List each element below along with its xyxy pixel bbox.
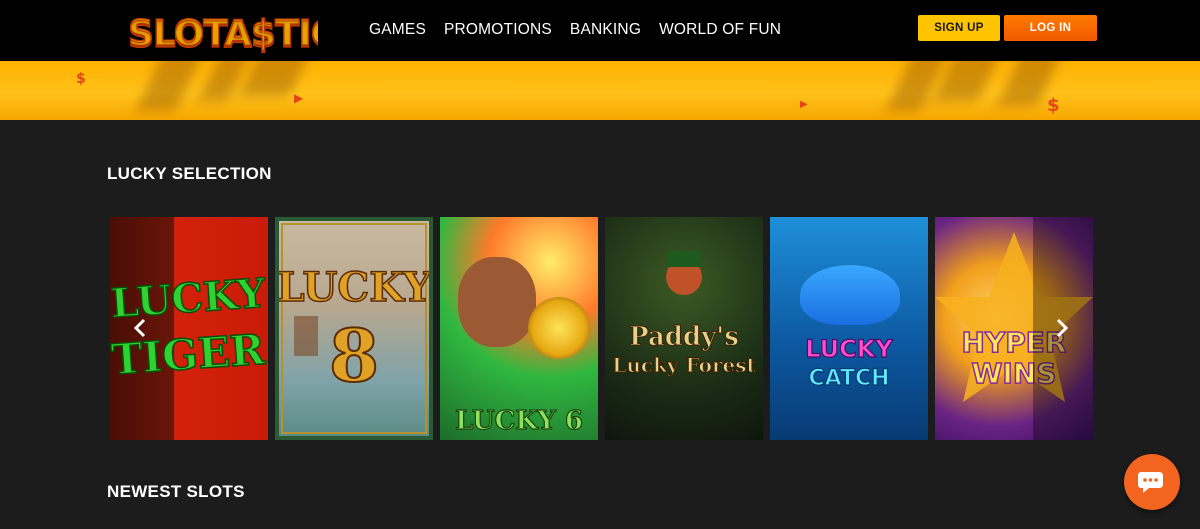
dollar-decoration-icon: $ <box>1047 95 1060 116</box>
triangle-decoration-icon: ▶ <box>294 91 304 105</box>
game-tile-lucky-8[interactable]: LUCKY 8 <box>275 217 433 440</box>
svg-text:SLOTA$TIC: SLOTA$TIC <box>128 13 318 53</box>
lucky-6-title: LUCKY 6 <box>454 405 583 436</box>
triangle-decoration-icon: ▶ <box>800 99 808 110</box>
nav-world-of-fun[interactable]: WORLD OF FUN <box>659 20 781 40</box>
nav-banking[interactable]: BANKING <box>570 20 641 40</box>
banner-shadow <box>136 61 204 111</box>
newest-slots-heading: NEWEST SLOTS <box>107 482 245 501</box>
svg-text:LUCKY: LUCKY <box>805 335 893 363</box>
svg-text:Paddy's: Paddy's <box>629 322 739 352</box>
promo-banner[interactable]: $ ▶ $ ▶ <box>0 61 1200 120</box>
top-navigation-bar: SLOTA$TIC GAMES PROMOTIONS BANKING WORLD… <box>0 0 1200 61</box>
main-nav: GAMES PROMOTIONS BANKING WORLD OF FUN <box>369 20 781 40</box>
game-tile-lucky-6[interactable]: LUCKY 6 <box>440 217 598 440</box>
svg-text:CATCH: CATCH <box>808 366 889 391</box>
chat-button[interactable] <box>1124 454 1180 510</box>
sign-up-button[interactable]: SIGN UP <box>918 15 1000 41</box>
log-in-button[interactable]: LOG IN <box>1004 15 1097 41</box>
carousel-prev-button[interactable] <box>130 318 150 338</box>
paddys-lucky-forest-artwork: Paddy's Lucky Forest <box>612 251 757 378</box>
banner-shadow <box>933 61 1002 101</box>
dollar-decoration-icon: $ <box>76 71 86 87</box>
svg-text:LUCKY 6: LUCKY 6 <box>455 406 583 436</box>
site-logo[interactable]: SLOTA$TIC <box>127 9 337 62</box>
svg-text:LUCKY: LUCKY <box>279 264 429 311</box>
lucky-catch-title: LUCKY CATCH <box>805 334 894 391</box>
svg-text:Lucky Forest: Lucky Forest <box>612 353 756 377</box>
carousel-next-button[interactable] <box>1052 318 1072 338</box>
chat-bubble-icon <box>1138 472 1163 493</box>
lucky-selection-heading: LUCKY SELECTION <box>107 164 272 183</box>
chevron-right-icon <box>1056 318 1069 338</box>
game-tile-lucky-catch[interactable]: LUCKY CATCH <box>770 217 928 440</box>
nav-promotions[interactable]: PROMOTIONS <box>444 20 552 40</box>
lucky-selection-carousel: LUCKY TIGER LUCKY 8 LUCKY 6 Paddy's Luck… <box>110 217 1093 440</box>
slotastic-logo-icon: SLOTA$TIC <box>127 12 337 54</box>
chevron-left-icon <box>133 318 146 338</box>
game-tile-paddys-lucky-forest[interactable]: Paddy's Lucky Forest <box>605 217 763 440</box>
lucky-8-artwork: LUCKY 8 <box>279 263 429 399</box>
svg-text:8: 8 <box>329 313 379 398</box>
nav-games[interactable]: GAMES <box>369 20 426 40</box>
